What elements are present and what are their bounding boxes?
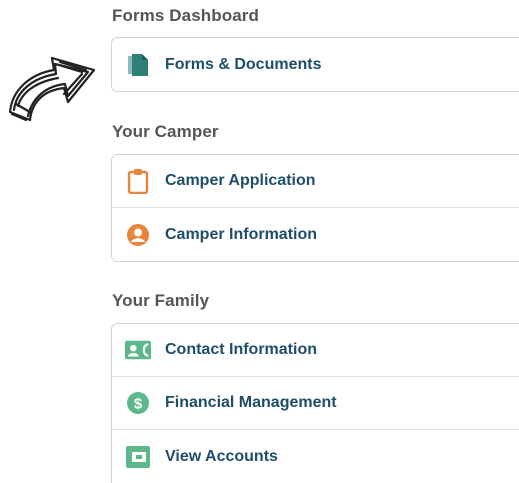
menu-item-view-accounts[interactable]: View Accounts	[112, 430, 519, 483]
menu-item-label: Financial Management	[165, 394, 337, 411]
section-title-forms-dashboard: Forms Dashboard	[112, 6, 259, 25]
user-circle-icon	[125, 222, 151, 248]
section-title-your-camper: Your Camper	[112, 122, 219, 141]
menu-item-forms-documents[interactable]: Forms & Documents	[112, 38, 519, 91]
section-title-your-family: Your Family	[112, 291, 210, 310]
menu-item-label: Camper Information	[165, 225, 318, 243]
menu-item-label: Camper Application	[165, 172, 316, 189]
menu-item-financial-management[interactable]: $ Financial Management	[112, 377, 519, 430]
clipboard-icon	[125, 168, 151, 194]
contact-card-icon	[125, 337, 151, 363]
menu-item-label: View Accounts	[165, 447, 278, 465]
menu-item-camper-application[interactable]: Camper Application	[112, 155, 519, 208]
forms-dashboard-card: Forms & Documents	[111, 37, 519, 92]
wallet-icon	[125, 444, 151, 470]
your-camper-card: Camper Application Camper Information	[111, 154, 519, 262]
your-family-card: Contact Information $ Financial Manageme…	[111, 323, 519, 483]
svg-text:$: $	[134, 396, 143, 413]
hand-drawn-arrow-icon	[8, 56, 96, 122]
menu-item-label: Forms & Documents	[165, 55, 322, 73]
menu-item-contact-information[interactable]: Contact Information	[112, 324, 519, 377]
document-icon	[125, 52, 151, 78]
dollar-circle-icon: $	[125, 390, 151, 416]
menu-item-label: Contact Information	[165, 341, 317, 358]
menu-item-camper-information[interactable]: Camper Information	[112, 208, 519, 261]
